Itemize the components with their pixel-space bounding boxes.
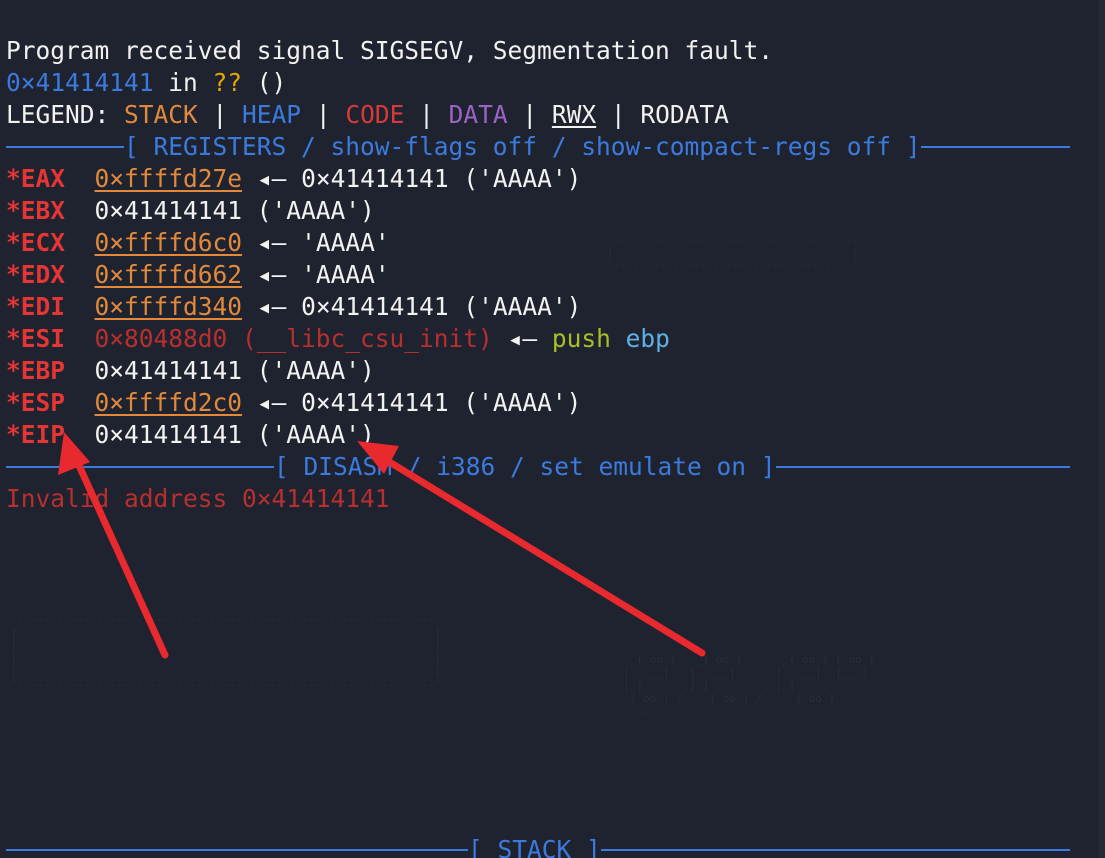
- pointer-arrow: ◂—: [242, 228, 302, 257]
- register-star: *: [6, 164, 21, 193]
- fault-function: ??: [212, 68, 243, 97]
- register-value[interactable]: 0×ffffd340: [95, 292, 243, 321]
- register-deref: 0×41414141 ('AAAA'): [301, 164, 582, 193]
- background-art: .------------------------------------. |…: [606, 233, 859, 272]
- disasm-section-header: [ DISASM / i386 / set emulate on ]: [6, 451, 1070, 483]
- register-row-esp: *ESP 0×ffffd2c0 ◂— 0×41414141 ('AAAA'): [6, 387, 581, 419]
- separator-rule: [6, 466, 274, 468]
- register-deref: 0×41414141 ('AAAA'): [301, 388, 582, 417]
- register-row-eax: *EAX 0×ffffd27e ◂— 0×41414141 ('AAAA'): [6, 163, 581, 195]
- legend-separator: |: [301, 100, 346, 129]
- register-star: *: [6, 292, 21, 321]
- register-value: 0×41414141 ('AAAA'): [94, 196, 375, 225]
- legend-separator: |: [404, 100, 449, 129]
- register-name: EBP: [20, 356, 66, 385]
- separator-rule: [775, 466, 1070, 468]
- register-name: ESP: [20, 388, 66, 417]
- register-name: EAX: [20, 164, 66, 193]
- fault-location: 0×41414141 in ?? (): [6, 67, 286, 99]
- legend-rwx: RWX: [551, 100, 597, 129]
- legend-separator: |: [197, 100, 243, 129]
- register-star: *: [6, 196, 21, 225]
- register-row-esi: *ESI 0×80488d0 (__libc_csu_init) ◂— push…: [6, 323, 670, 355]
- register-value[interactable]: 0×ffffd6c0: [95, 228, 243, 257]
- register-name: EDI: [20, 292, 66, 321]
- legend-rodata: RODATA: [640, 100, 729, 129]
- register-star: *: [6, 324, 21, 353]
- register-row-edx: *EDX 0×ffffd662 ◂— 'AAAA': [6, 259, 390, 291]
- register-star: *: [6, 388, 21, 417]
- register-value[interactable]: 0×ffffd27e: [95, 164, 243, 193]
- pointer-arrow: ◂—: [492, 324, 552, 353]
- pointer-arrow: ◂—: [242, 260, 302, 289]
- scrollbar[interactable]: [1099, 0, 1105, 858]
- legend-stack: STACK: [124, 100, 198, 129]
- instruction-operand: ebp: [610, 324, 670, 353]
- legend-data: DATA: [448, 100, 508, 129]
- pointer-arrow: ◂—: [242, 292, 302, 321]
- register-name: ECX: [20, 228, 66, 257]
- fault-in-label: in: [153, 68, 213, 97]
- register-name: ESI: [20, 324, 66, 353]
- register-value: 0×41414141 ('AAAA'): [94, 356, 375, 385]
- legend-separator: |: [596, 100, 641, 129]
- register-star: *: [6, 420, 21, 449]
- register-name: EIP: [20, 420, 66, 449]
- stack-section-header: [ STACK ]: [6, 834, 1070, 858]
- disasm-section-title: [ DISASM / i386 / set emulate on ]: [274, 452, 776, 481]
- register-deref: 'AAAA': [301, 228, 390, 257]
- legend: LEGEND: STACK | HEAP | CODE | DATA | RWX…: [6, 99, 729, 131]
- disasm-error-message: Invalid address 0×41414141: [6, 484, 390, 513]
- register-star: *: [6, 356, 21, 385]
- register-row-ecx: *ECX 0×ffffd6c0 ◂— 'AAAA': [6, 227, 390, 259]
- register-value[interactable]: 0×ffffd662: [95, 260, 243, 289]
- instruction-mnemonic: push: [551, 324, 611, 353]
- separator-rule: [6, 146, 124, 148]
- pointer-arrow: ◂—: [242, 388, 302, 417]
- register-row-edi: *EDI 0×ffffd340 ◂— 0×41414141 ('AAAA'): [6, 291, 581, 323]
- legend-prefix: LEGEND:: [6, 100, 125, 129]
- pointer-arrow: ◂—: [242, 164, 302, 193]
- stack-section-title: [ STACK ]: [468, 835, 601, 858]
- registers-section-header: [ REGISTERS / show-flags off / show-comp…: [6, 131, 1070, 163]
- separator-rule: [6, 849, 468, 851]
- register-deref: 'AAAA': [301, 260, 390, 289]
- background-art-panel: .---------------------------------------…: [10, 613, 442, 691]
- fault-address: 0×41414141: [6, 68, 154, 97]
- background-art-ascii: _( oo ) _( oo ) _( oo ) ( oo ) | ___| | …: [623, 653, 875, 718]
- register-name: EDX: [20, 260, 66, 289]
- separator-rule: [600, 849, 1070, 851]
- register-value[interactable]: 0×80488d0 (__libc_csu_init): [95, 324, 493, 353]
- legend-heap: HEAP: [242, 100, 302, 129]
- register-row-ebp: *EBP 0×41414141 ('AAAA'): [6, 355, 375, 387]
- legend-code: CODE: [345, 100, 405, 129]
- register-name: EBX: [20, 196, 66, 225]
- fault-args: (): [242, 68, 287, 97]
- register-star: *: [6, 260, 21, 289]
- terminal-window[interactable]: .------------------------------------. |…: [0, 0, 1105, 858]
- registers-section-title: [ REGISTERS / show-flags off / show-comp…: [124, 132, 921, 161]
- register-row-ebx: *EBX 0×41414141 ('AAAA'): [6, 195, 375, 227]
- register-deref: 0×41414141 ('AAAA'): [301, 292, 582, 321]
- register-value[interactable]: 0×ffffd2c0: [95, 388, 243, 417]
- legend-separator: |: [507, 100, 552, 129]
- register-star: *: [6, 228, 21, 257]
- register-value: 0×41414141 ('AAAA'): [94, 420, 375, 449]
- register-row-eip: *EIP 0×41414141 ('AAAA'): [6, 419, 375, 451]
- signal-message: Program received signal SIGSEGV, Segment…: [6, 36, 774, 65]
- separator-rule: [920, 146, 1070, 148]
